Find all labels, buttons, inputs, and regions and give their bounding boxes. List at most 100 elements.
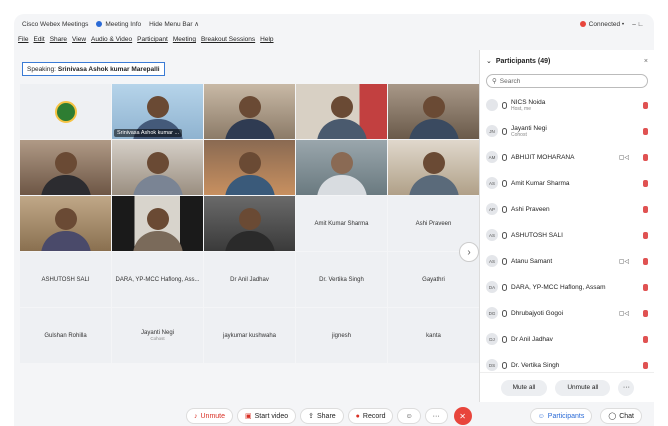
menu-edit[interactable]: Edit (33, 36, 44, 48)
participant-row[interactable]: AM ABHIJIT MOHARANA ▢◁ (480, 144, 654, 170)
mic-icon (502, 283, 507, 291)
avatar: JN (486, 125, 498, 137)
organization-logo (54, 100, 77, 123)
participant-name: Atanu Samant (511, 257, 553, 265)
avatar (486, 99, 498, 111)
participant-row[interactable]: DJ Dr Anil Jadhav (480, 326, 654, 352)
mic-muted-icon[interactable] (643, 205, 648, 213)
connection-status[interactable]: Connected • (579, 21, 624, 28)
participant-row[interactable]: DA DARA, YP-MCC Haflong, Assam (480, 274, 654, 300)
mic-muted-icon[interactable] (643, 335, 648, 343)
reactions-button[interactable]: ☺ (397, 408, 421, 424)
chevron-right-icon: › (467, 246, 471, 258)
mic-muted-icon[interactable] (643, 153, 648, 161)
participant-row[interactable]: AS Amit Kumar Sharma (480, 170, 654, 196)
mic-muted-icon[interactable] (643, 101, 648, 109)
next-page-button[interactable]: › (459, 242, 479, 262)
leave-meeting-button[interactable]: ✕ (453, 407, 472, 425)
menu-audio-video[interactable]: Audio & Video (91, 36, 132, 48)
mute-all-button[interactable]: Mute all (500, 379, 548, 396)
participant-row[interactable]: JN Jayanti Negi Cohost (480, 118, 654, 144)
name-tile[interactable]: Jayanti Negi Cohost (112, 308, 203, 363)
chat-button[interactable]: ◯ Chat (600, 408, 642, 424)
name-tile[interactable]: ASHUTOSH SALI (20, 252, 111, 307)
video-tile[interactable] (204, 196, 295, 251)
participants-toggle-button[interactable]: ☺ Participants (529, 408, 593, 424)
video-tile[interactable] (20, 196, 111, 251)
video-tile-logo[interactable] (20, 84, 111, 139)
video-tile[interactable] (20, 140, 111, 195)
app-name: Cisco Webex Meetings (22, 20, 89, 28)
speaking-indicator: Speaking: Srinivasa Ashok kumar Marepalli (22, 62, 165, 76)
name-tile[interactable]: Dr. Vertika Singh (296, 252, 387, 307)
window-controls[interactable]: – ∟ (632, 21, 644, 28)
video-tile[interactable] (204, 140, 295, 195)
mic-icon (502, 179, 507, 187)
avatar: AS (486, 255, 498, 267)
meeting-info-button[interactable]: Meeting Info (96, 21, 141, 28)
mic-muted-icon[interactable] (643, 127, 648, 135)
active-speaker-name: Srinivasa Ashok kumar ... (114, 129, 183, 137)
name-tile[interactable]: Gulshan Rohilla (20, 308, 111, 363)
participant-row[interactable]: AS Atanu Samant ▢◁ (480, 248, 654, 274)
participant-name: Ashi Praveen (511, 205, 550, 213)
video-tile[interactable] (296, 84, 387, 139)
start-video-button[interactable]: ▣ Start video (237, 408, 297, 424)
participant-row[interactable]: AP Ashi Praveen (480, 196, 654, 222)
video-tile[interactable] (388, 140, 479, 195)
menu-breakout-sessions[interactable]: Breakout Sessions (201, 36, 255, 48)
menu-file[interactable]: File (18, 36, 28, 48)
name-tile[interactable]: DARA, YP-MCC Haflong, Ass... (112, 252, 203, 307)
video-tile[interactable] (112, 140, 203, 195)
participants-panel: ⌄ Participants (49) × ⚲ Search NICS Noid… (479, 50, 654, 402)
mic-muted-icon: ♪ (194, 412, 198, 420)
video-tile[interactable] (296, 140, 387, 195)
participant-row[interactable]: AS ASHUTOSH SALI (480, 222, 654, 248)
chevron-down-icon[interactable]: ⌄ (486, 57, 492, 65)
menu-share[interactable]: Share (50, 36, 67, 48)
mic-icon (502, 231, 507, 239)
menu-view[interactable]: View (72, 36, 86, 48)
mic-muted-icon[interactable] (643, 309, 648, 317)
menu-participant[interactable]: Participant (137, 36, 168, 48)
name-tile[interactable]: Dr Anil Jadhav (204, 252, 295, 307)
video-tile[interactable] (388, 84, 479, 139)
mic-muted-icon[interactable] (643, 179, 648, 187)
mic-icon (502, 153, 507, 161)
participant-search-input[interactable]: ⚲ Search (486, 74, 648, 88)
name-tile[interactable]: kanta (388, 308, 479, 363)
person-icon: ☺ (537, 412, 545, 420)
participant-role: Cohost (511, 131, 527, 138)
chat-icon: ◯ (608, 413, 617, 420)
participant-role: Host, me (511, 105, 532, 112)
hide-menu-bar-button[interactable]: Hide Menu Bar ∧ (149, 20, 199, 28)
video-tile[interactable] (204, 84, 295, 139)
camera-icon: ▢◁ (618, 258, 629, 265)
close-panel-button[interactable]: × (644, 58, 648, 65)
share-button[interactable]: ⇪ Share (300, 408, 344, 424)
mic-muted-icon[interactable] (643, 283, 648, 291)
unmute-button[interactable]: ♪ Unmute (186, 408, 234, 424)
record-button[interactable]: ● Record (347, 408, 394, 424)
toolbar-more-button[interactable]: ··· (424, 408, 448, 424)
mic-muted-icon[interactable] (643, 231, 648, 239)
more-options-button[interactable]: ··· (618, 379, 635, 396)
participant-row[interactable]: DG Dhrubajyoti Gogoi ▢◁ (480, 300, 654, 326)
participant-name: ABHIJIT MOHARANA (511, 153, 575, 161)
menu-meeting[interactable]: Meeting (173, 36, 196, 48)
mic-muted-icon[interactable] (643, 361, 648, 369)
video-grid: Srinivasa Ashok kumar ... Amit Kumar Sha… (20, 84, 479, 364)
participant-name: Amit Kumar Sharma (511, 179, 570, 187)
mic-muted-icon[interactable] (643, 257, 648, 265)
name-tile[interactable]: jignesh (296, 308, 387, 363)
menu-help[interactable]: Help (260, 36, 273, 48)
unmute-all-button[interactable]: Unmute all (555, 379, 611, 396)
avatar: AS (486, 177, 498, 189)
video-tile-active-speaker[interactable]: Srinivasa Ashok kumar ... (112, 84, 203, 139)
name-tile[interactable]: jaykumar kushwaha (204, 308, 295, 363)
name-tile[interactable]: Amit Kumar Sharma (296, 196, 387, 251)
participant-row[interactable]: NICS Noida Host, me (480, 92, 654, 118)
camera-icon: ▢◁ (618, 154, 629, 161)
video-tile[interactable] (112, 196, 203, 251)
video-off-icon: ▣ (245, 413, 252, 420)
